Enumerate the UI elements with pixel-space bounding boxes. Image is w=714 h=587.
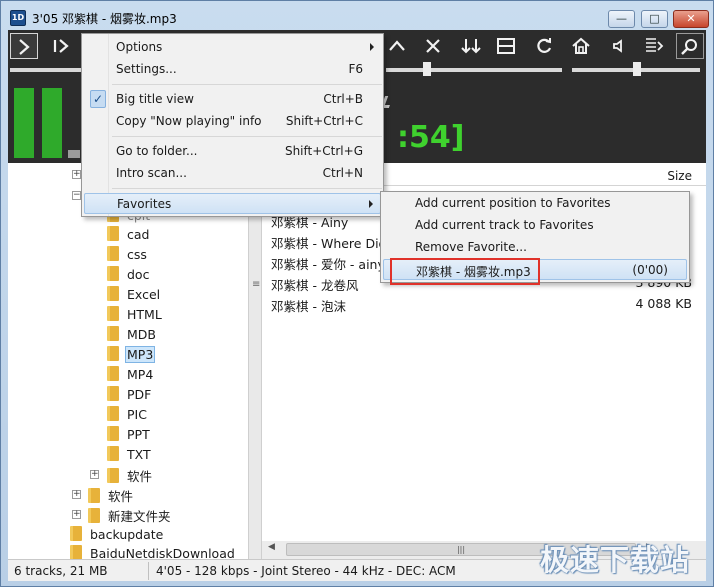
tree-folder[interactable]: MP3 <box>107 346 156 366</box>
tree-expander[interactable]: + <box>90 470 99 479</box>
close-x-icon[interactable] <box>419 33 447 59</box>
seek-thumb[interactable] <box>423 62 431 76</box>
menu-item-options[interactable]: Options <box>84 37 381 58</box>
minimize-button[interactable]: — <box>608 10 635 28</box>
splitter-grip-icon: ≡ <box>252 279 261 290</box>
menu-item-favorites[interactable]: Favorites <box>84 193 381 214</box>
app-icon: 1D <box>10 10 26 26</box>
maximize-button[interactable]: □ <box>641 10 668 28</box>
menu-item-settings[interactable]: Settings... F6 <box>84 59 381 80</box>
menu-item-add-position[interactable]: Add current position to Favorites <box>383 193 687 214</box>
tree-folder-software[interactable]: 软件 <box>88 486 135 506</box>
menu-separator <box>112 188 382 189</box>
menu-item-copy-now-playing[interactable]: Copy "Now playing" info Shift+Ctrl+C <box>84 111 381 132</box>
tree-folder[interactable]: doc <box>107 266 151 286</box>
tree-folder[interactable]: PPT <box>107 426 152 446</box>
tree-collapser[interactable]: − <box>72 191 81 200</box>
track-size: 4 088 KB <box>635 296 692 311</box>
tree-folder-backupdate[interactable]: backupdate <box>70 526 165 546</box>
playlist-icon[interactable] <box>640 33 668 59</box>
folder-icon <box>88 488 100 503</box>
folder-icon <box>107 346 119 361</box>
submenu-arrow-icon <box>370 43 374 51</box>
menu-item-go-to-folder[interactable]: Go to folder... Shift+Ctrl+G <box>84 141 381 162</box>
menu-separator <box>112 84 382 85</box>
tree-expander[interactable]: + <box>72 170 81 179</box>
menu-item-intro-scan[interactable]: Intro scan... Ctrl+N <box>84 163 381 184</box>
tree-folder[interactable]: MP4 <box>107 366 155 386</box>
check-icon: ✓ <box>90 90 106 108</box>
folder-icon <box>107 468 119 483</box>
tree-folder[interactable]: HTML <box>107 306 164 326</box>
vu-meter-right <box>42 88 62 158</box>
tree-folder[interactable]: 软件 <box>107 466 154 486</box>
folder-icon <box>107 306 119 321</box>
folder-icon <box>107 446 119 461</box>
highlight-box <box>390 258 540 285</box>
tree-folder[interactable]: TXT <box>107 446 153 466</box>
status-format: 4'05 - 128 kbps - Joint Stereo - 44 kHz … <box>156 564 456 578</box>
track-name[interactable]: 邓紫棋 - 爱你 - ainy <box>271 254 385 273</box>
tree-folder[interactable]: PDF <box>107 386 153 406</box>
tree-expander[interactable]: + <box>72 510 81 519</box>
tree-expander[interactable]: + <box>72 490 81 499</box>
tree-folder[interactable]: css <box>107 246 149 266</box>
tree-folder-baidu[interactable]: BaiduNetdiskDownload <box>70 545 237 559</box>
menu-item-remove-favorite[interactable]: Remove Favorite... <box>383 237 687 258</box>
big-time-display: :54] <box>397 120 465 155</box>
window-layout-icon[interactable] <box>492 33 520 59</box>
folder-icon <box>107 326 119 341</box>
folder-icon <box>107 406 119 421</box>
main-menu: Options Settings... F6 ✓ Big title view … <box>81 33 384 217</box>
vu-meter-left <box>14 88 34 158</box>
close-button[interactable]: ✕ <box>673 10 709 28</box>
tree-folder[interactable]: Excel <box>107 286 162 306</box>
seek-slider-right[interactable] <box>386 68 562 72</box>
tree-folder[interactable]: cad <box>107 226 151 246</box>
folder-icon <box>70 526 82 541</box>
folder-icon <box>107 386 119 401</box>
status-summary: 6 tracks, 21 MB <box>14 564 108 578</box>
scroll-left-icon[interactable]: ◀ <box>268 542 275 552</box>
tree-folder[interactable]: PIC <box>107 406 149 426</box>
volume-thumb[interactable] <box>633 62 641 76</box>
home-icon[interactable] <box>567 33 595 59</box>
sort-down-icon[interactable] <box>457 33 485 59</box>
up-icon[interactable] <box>383 33 411 59</box>
window-title: 3'05 邓紫棋 - 烟雾妆.mp3 <box>32 12 177 26</box>
folder-icon <box>88 508 100 523</box>
folder-icon <box>107 226 119 241</box>
status-divider <box>148 562 149 580</box>
folder-icon <box>107 266 119 281</box>
folder-icon <box>70 545 82 559</box>
tree-folder[interactable]: MDB <box>107 326 158 346</box>
panel-splitter[interactable] <box>248 163 262 559</box>
folder-icon <box>107 426 119 441</box>
folder-icon <box>107 246 119 261</box>
track-name[interactable]: 邓紫棋 - 泡沫 <box>271 296 346 315</box>
play-icon[interactable] <box>10 33 38 59</box>
menu-item-add-track[interactable]: Add current track to Favorites <box>383 215 687 236</box>
play-pause-icon[interactable] <box>48 33 76 59</box>
vu-meter-peak <box>68 150 80 158</box>
folder-icon <box>107 286 119 301</box>
menu-item-big-title-view[interactable]: ✓ Big title view Ctrl+B <box>84 89 381 110</box>
volume-icon[interactable] <box>605 33 633 59</box>
title-bar: 1D 3'05 邓紫棋 - 烟雾妆.mp3 — □ ✕ <box>1 1 713 31</box>
watermark: 极速下载站 <box>540 543 691 577</box>
search-icon[interactable] <box>676 33 704 59</box>
menu-separator <box>112 136 382 137</box>
size-column-header[interactable]: Size <box>667 169 692 183</box>
submenu-arrow-icon <box>369 200 373 208</box>
tree-folder-new[interactable]: 新建文件夹 <box>88 506 173 526</box>
folder-icon <box>107 366 119 381</box>
track-name[interactable]: 邓紫棋 - Where Did <box>271 233 387 252</box>
refresh-icon[interactable] <box>530 33 558 59</box>
track-name[interactable]: 邓紫棋 - 龙卷风 <box>271 275 358 294</box>
